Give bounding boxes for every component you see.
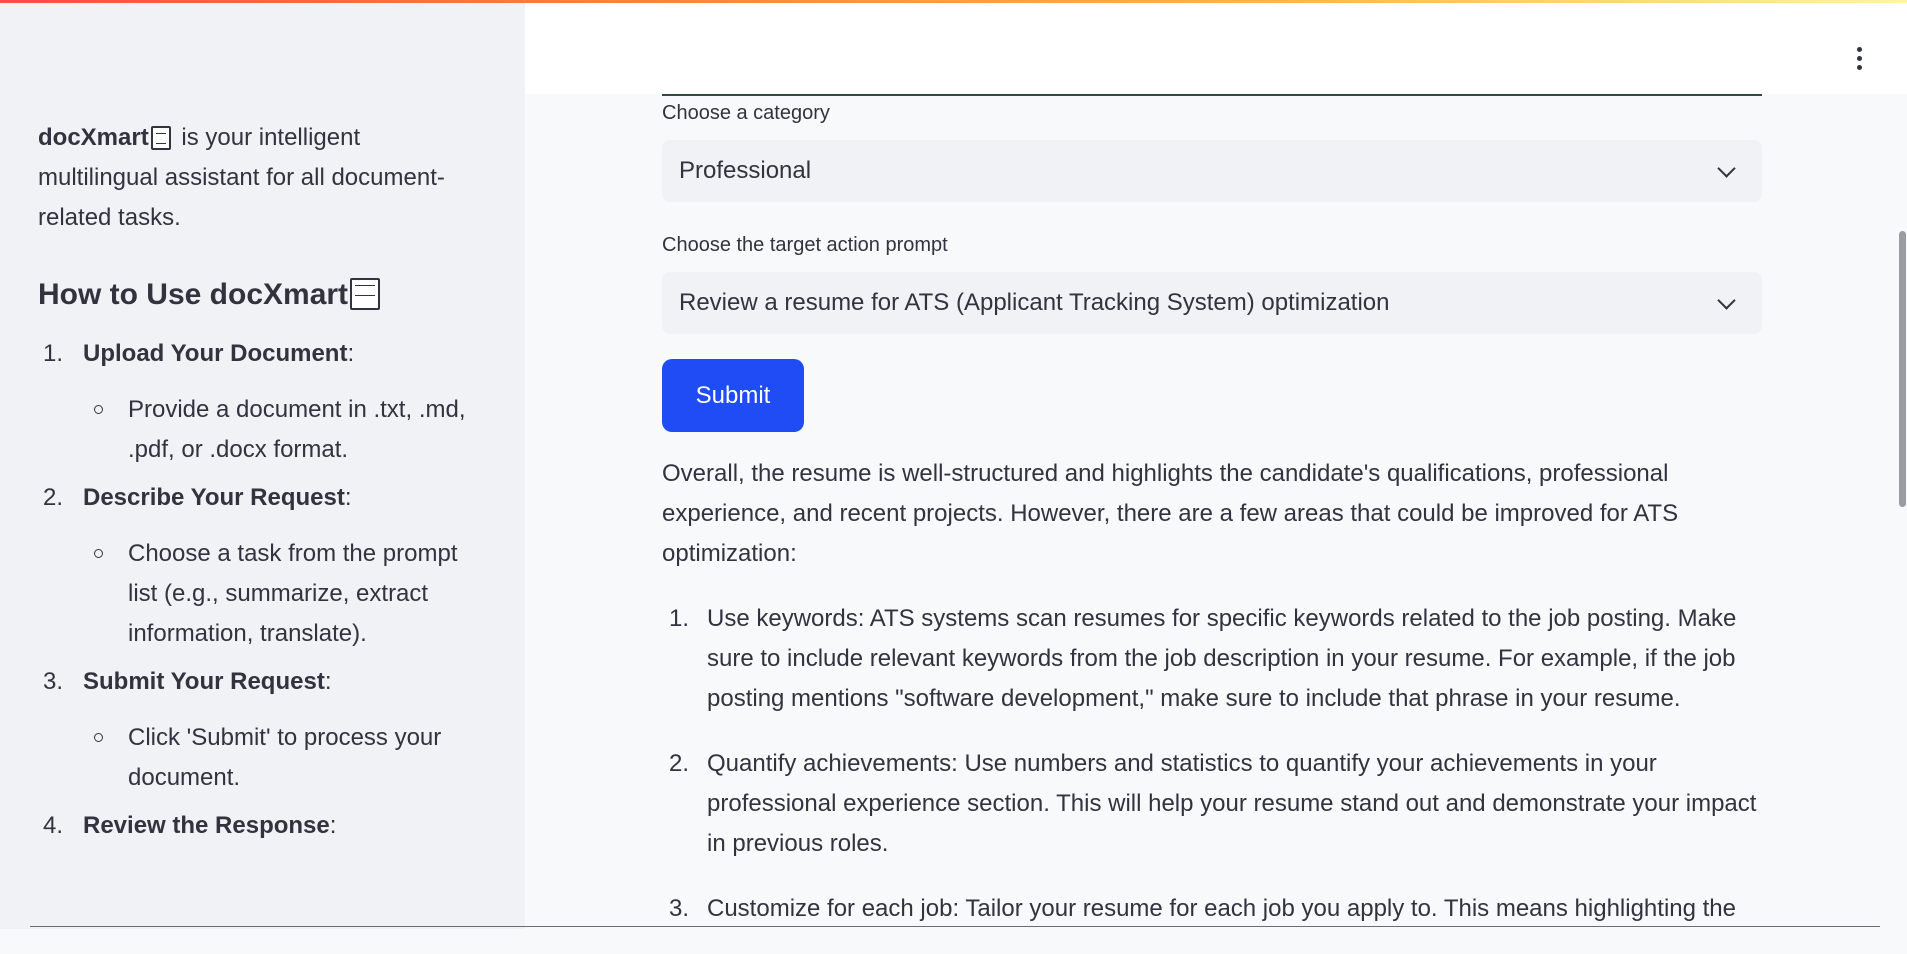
bottom-border — [30, 926, 1880, 927]
sidebar-intro: docXmart is your intelligent multilingua… — [38, 118, 478, 238]
step-detail: Provide a document in .txt, .md, .pdf, o… — [83, 390, 478, 470]
kebab-menu-icon[interactable] — [1857, 47, 1863, 71]
scrollbar-thumb[interactable] — [1899, 231, 1906, 507]
step-title: Upload Your Document: — [83, 340, 355, 367]
recommendation-text: Quantify achievements: Use numbers and s… — [707, 750, 1757, 857]
document-icon — [150, 126, 171, 150]
steps-list: 1. Upload Your Document: Provide a docum… — [38, 334, 478, 846]
recommendation-text: Use keywords: ATS systems scan resumes f… — [707, 605, 1737, 712]
submit-button[interactable]: Submit — [662, 359, 804, 432]
chevron-down-icon — [1717, 291, 1736, 310]
step-item: 2. Describe Your Request: Choose a task … — [38, 478, 478, 654]
recommendation-item: 2. Quantify achievements: Use numbers an… — [662, 744, 1762, 864]
step-title: Submit Your Request: — [83, 668, 332, 695]
recommendations-list: 1. Use keywords: ATS systems scan resume… — [662, 599, 1762, 954]
step-number: 1. — [43, 340, 64, 367]
recommendation-number: 2. — [669, 750, 690, 777]
step-title-text: Describe Your Request — [83, 484, 345, 511]
step-title-text: Review the Response — [83, 812, 330, 839]
step-item: 1. Upload Your Document: Provide a docum… — [38, 334, 478, 470]
top-decoration-bar — [0, 0, 1907, 3]
step-number: 4. — [43, 812, 64, 839]
prompt-label: Choose the target action prompt — [662, 234, 948, 256]
chevron-down-icon — [1717, 159, 1736, 178]
step-detail: Choose a task from the prompt list (e.g.… — [83, 534, 478, 654]
step-detail: Click 'Submit' to process your document. — [83, 718, 478, 798]
category-label: Choose a category — [662, 102, 830, 124]
upload-divider — [662, 94, 1762, 96]
response-intro: Overall, the resume is well-structured a… — [662, 460, 1679, 567]
step-sublist: Click 'Submit' to process your document. — [83, 718, 478, 798]
step-title-text: Upload Your Document — [83, 340, 348, 367]
main-scrollbar[interactable] — [1896, 94, 1907, 929]
step-number: 2. — [43, 484, 64, 511]
how-to-heading: How to Use docXmart — [38, 274, 478, 316]
recommendation-number: 1. — [669, 605, 690, 632]
document-icon — [350, 278, 381, 310]
step-sublist: Provide a document in .txt, .md, .pdf, o… — [83, 390, 478, 470]
recommendation-item: 1. Use keywords: ATS systems scan resume… — [662, 599, 1762, 719]
brand-name: docXmart — [38, 124, 149, 151]
step-number: 3. — [43, 668, 64, 695]
step-title: Review the Response: — [83, 812, 337, 839]
recommendation-text: Customize for each job: Tailor your resu… — [707, 895, 1736, 922]
main-content: Choose a category Professional Choose th… — [662, 94, 1762, 929]
step-title: Describe Your Request: — [83, 484, 352, 511]
step-sublist: Choose a task from the prompt list (e.g.… — [83, 534, 478, 654]
how-to-heading-text: How to Use docXmart — [38, 278, 349, 311]
app-header — [525, 3, 1907, 94]
step-item: 4. Review the Response: — [38, 806, 478, 846]
category-selected-value: Professional — [679, 157, 812, 184]
category-select[interactable]: Professional — [662, 140, 1762, 202]
prompt-select[interactable]: Review a resume for ATS (Applicant Track… — [662, 272, 1762, 334]
step-item: 3. Submit Your Request: Click 'Submit' t… — [38, 662, 478, 798]
recommendation-number: 3. — [669, 895, 690, 922]
step-title-text: Submit Your Request — [83, 668, 325, 695]
sidebar: docXmart is your intelligent multilingua… — [0, 0, 525, 929]
recommendation-item: 3. Customize for each job: Tailor your r… — [662, 889, 1762, 929]
prompt-selected-value: Review a resume for ATS (Applicant Track… — [679, 289, 1390, 316]
sidebar-content: docXmart is your intelligent multilingua… — [38, 118, 478, 846]
